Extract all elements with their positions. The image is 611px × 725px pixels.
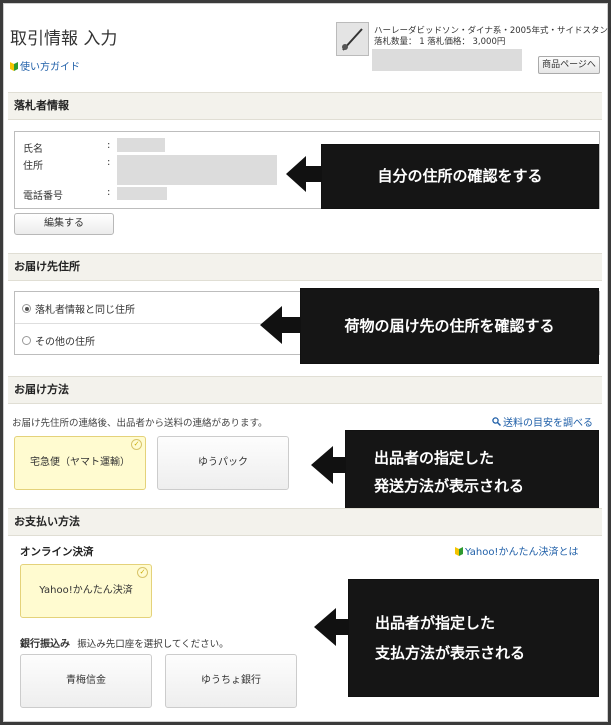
redacted-name — [117, 138, 165, 152]
payment-option-yahoo-label: Yahoo!かんたん決済 — [39, 585, 133, 596]
address-colon: : — [107, 157, 111, 168]
delivery-method-callout: 出品者の指定した 発送方法が表示される — [346, 431, 598, 509]
redacted-phone — [117, 187, 167, 200]
delivery-method-section-title: お届け方法 — [8, 376, 602, 404]
beginner-leaf-icon — [455, 546, 463, 556]
delivery-method-callout-line2: 発送方法が表示される — [374, 477, 525, 495]
delivery-address-section-title: お届け先住所 — [8, 253, 602, 281]
payment-option-yahoo[interactable]: Yahoo!かんたん決済 ✓ — [20, 564, 152, 618]
bank-option-ome-shinkin[interactable]: 青梅信金 — [20, 654, 152, 708]
bank-transfer-label: 銀行振込み — [20, 639, 70, 650]
bank-transfer-row: 銀行振込み 振込み先口座を選択してください。 — [20, 635, 229, 650]
shipping-option-yupack[interactable]: ゆうパック — [157, 436, 289, 490]
delivery-notice: お届け先住所の連絡後、出品者から送料の連絡があります。 — [12, 418, 268, 429]
address-label: 住所 — [23, 161, 43, 172]
check-icon: ✓ — [131, 439, 142, 450]
yahoo-payment-info-link[interactable]: Yahoo!かんたん決済とは — [455, 543, 578, 558]
bank-option-ome-shinkin-label: 青梅信金 — [66, 675, 106, 686]
arrow-left-icon — [260, 306, 306, 344]
phone-label: 電話番号 — [23, 191, 63, 202]
online-payment-label: オンライン決済 — [20, 546, 94, 558]
page-title: 取引情報 入力 — [10, 29, 118, 49]
redacted-address — [117, 155, 277, 185]
shipping-option-yupack-label: ゆうパック — [198, 457, 248, 468]
radio-same-address-label: 落札者情報と同じ住所 — [35, 305, 135, 316]
product-thumbnail[interactable] — [336, 22, 369, 56]
bank-option-yucho-label: ゆうちょ銀行 — [201, 675, 261, 686]
bidder-section-title: 落札者情報 — [8, 92, 602, 120]
payment-section-title: お支払い方法 — [8, 508, 602, 536]
product-image-icon — [342, 28, 363, 51]
guide-link-label: 使い方ガイド — [20, 62, 80, 73]
delivery-method-callout-line1: 出品者の指定した — [374, 449, 495, 467]
phone-colon: : — [107, 187, 111, 198]
bank-option-yucho[interactable]: ゆうちょ銀行 — [165, 654, 297, 708]
payment-callout-line2: 支払方法が表示される — [375, 644, 526, 662]
shipping-option-yamato-label: 宅急便（ヤマト運輸） — [30, 457, 130, 468]
radio-same-address[interactable]: 落札者情報と同じ住所 — [22, 301, 135, 316]
payment-callout: 出品者が指定した 支払方法が表示される — [349, 580, 598, 696]
name-label: 氏名 — [23, 144, 43, 155]
edit-button[interactable]: 編集する — [14, 213, 114, 235]
radio-unselected-icon — [22, 336, 31, 345]
name-colon: : — [107, 140, 111, 151]
product-page-button[interactable]: 商品ページへ — [538, 56, 600, 74]
shipping-estimate-link-label: 送料の目安を調べる — [503, 418, 593, 429]
bidder-callout: 自分の住所の確認をする — [322, 145, 598, 208]
shipping-option-yamato[interactable]: 宅急便（ヤマト運輸） ✓ — [14, 436, 146, 490]
radio-other-address[interactable]: その他の住所 — [22, 333, 95, 348]
guide-link[interactable]: 使い方ガイド — [10, 58, 80, 73]
payment-callout-line1: 出品者が指定した — [375, 614, 496, 632]
product-meta: 落札数量： 1 落札価格： 3,000円 — [374, 37, 506, 47]
radio-selected-icon — [22, 304, 31, 313]
delivery-address-callout: 荷物の届け先の住所を確認する — [301, 289, 598, 363]
search-icon — [492, 417, 501, 426]
yahoo-payment-info-label: Yahoo!かんたん決済とは — [465, 547, 579, 558]
bank-transfer-note: 振込み先口座を選択してください。 — [77, 639, 229, 650]
page-frame: 取引情報 入力 使い方ガイド ハーレーダビッドソン・ダイナ系・2005年式・サイ… — [3, 3, 611, 722]
radio-other-address-label: その他の住所 — [35, 337, 95, 348]
beginner-leaf-icon — [10, 61, 18, 71]
redacted-seller-info — [372, 49, 522, 71]
check-icon: ✓ — [137, 567, 148, 578]
shipping-estimate-link[interactable]: 送料の目安を調べる — [492, 414, 593, 429]
